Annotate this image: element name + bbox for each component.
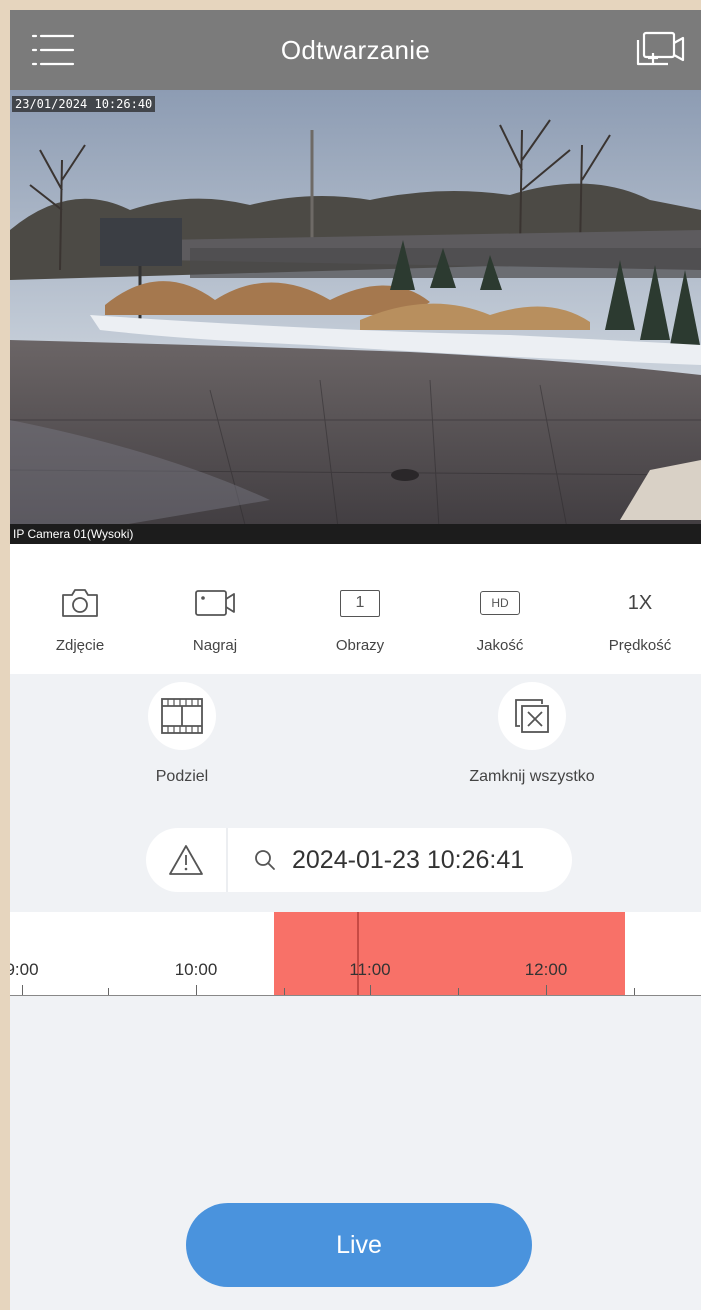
timeline-hour-label: 12:00 (524, 960, 568, 979)
app-header: Odtwarzanie (10, 10, 701, 90)
camera-label: IP Camera 01(Wysoki) (10, 524, 701, 544)
speed-label: Prędkość (608, 637, 672, 654)
timeline-hour-label: 9:00 (10, 960, 39, 979)
record-label: Nagraj (192, 637, 238, 654)
camera-icon (62, 589, 98, 617)
playback-search-bar: 2024-01-23 10:26:41 (146, 828, 572, 892)
alarm-filter-button[interactable] (146, 828, 228, 892)
live-button[interactable]: Live (186, 1203, 532, 1287)
add-window-button[interactable] (635, 30, 687, 70)
playback-timeline[interactable]: 9:00 10:00 11:00 12:00 (10, 912, 701, 996)
quality-label: Jakość (476, 637, 524, 654)
snapshot-button[interactable]: Zdjęcie (20, 544, 140, 674)
close-all-label: Zamknij wszystko (469, 768, 595, 785)
search-icon (255, 850, 275, 870)
hd-icon: HD (480, 591, 520, 615)
timeline-hour-label: 10:00 (174, 960, 218, 979)
warning-icon (169, 845, 203, 875)
video-camera-icon (195, 590, 235, 616)
app-frame: Odtwarzanie 23/01/2024 10:26:40 IP Camer… (10, 10, 701, 1310)
quality-button[interactable]: HD Jakość (440, 544, 560, 674)
split-button[interactable] (148, 682, 216, 750)
snapshot-label: Zdjęcie (55, 637, 105, 654)
film-icon (161, 698, 203, 734)
timeline-axis (10, 995, 701, 996)
page-title: Odtwarzanie (280, 35, 431, 65)
datetime-search-button[interactable]: 2024-01-23 10:26:41 (228, 828, 572, 892)
speed-value: 1X (627, 591, 653, 614)
window-count-icon: 1 (340, 589, 380, 617)
timeline-hour-label: 11:00 (349, 960, 391, 979)
playback-toolbar: Zdjęcie Nagraj 1 Obrazy HD Jakość 1X Prę… (10, 544, 701, 674)
search-datetime: 2024-01-23 10:26:41 (292, 845, 525, 874)
split-label: Podziel (155, 768, 209, 785)
recording-segment (274, 912, 625, 996)
close-all-windows-icon (515, 699, 549, 733)
images-label: Obrazy (335, 637, 385, 654)
add-window-icon (636, 31, 685, 66)
camera-feed-image (10, 90, 701, 544)
osd-timestamp: 23/01/2024 10:26:40 (12, 96, 156, 112)
speed-button[interactable]: 1X Prędkość (580, 544, 700, 674)
video-player[interactable]: 23/01/2024 10:26:40 IP Camera 01(Wysoki) (10, 90, 701, 544)
images-button[interactable]: 1 Obrazy (300, 544, 420, 674)
close-all-button[interactable] (498, 682, 566, 750)
timeline-cursor (357, 912, 359, 996)
record-button[interactable]: Nagraj (155, 544, 275, 674)
